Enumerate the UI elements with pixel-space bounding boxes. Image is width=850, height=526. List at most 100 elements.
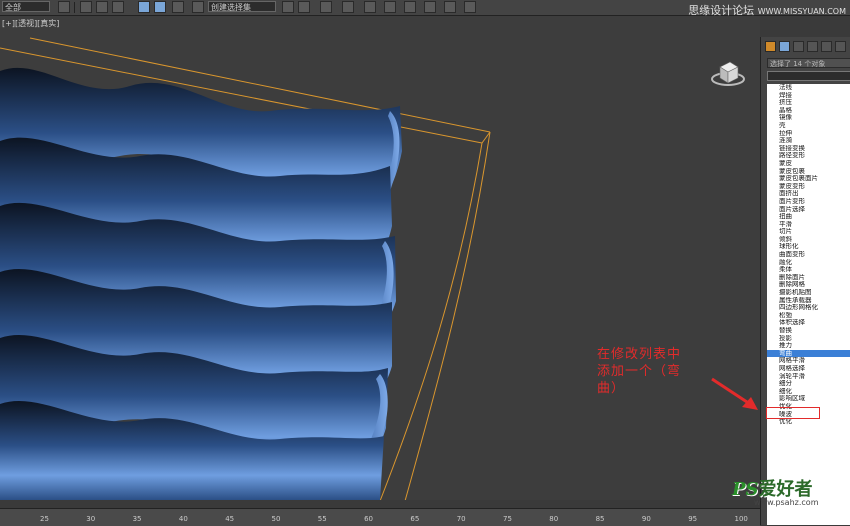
select-icon[interactable] bbox=[58, 1, 70, 13]
tutorial-annotation: 在修改列表中 添加一个（弯 曲） bbox=[597, 346, 697, 397]
timeline-tick-label: 65 bbox=[410, 515, 420, 523]
timeline-tick-label: 35 bbox=[132, 515, 142, 523]
hierarchy-tab-icon[interactable] bbox=[793, 41, 804, 52]
modifier-list-item[interactable]: 融化 bbox=[767, 259, 850, 267]
modifier-list-item[interactable]: 平滑 bbox=[767, 221, 850, 229]
viewport-label[interactable]: [+][透视][真实] bbox=[2, 18, 59, 29]
viewcube-icon[interactable] bbox=[710, 57, 746, 90]
percent-snap-icon[interactable] bbox=[172, 1, 184, 13]
modifier-list-item[interactable]: 镜像 bbox=[767, 114, 850, 122]
modifier-list-item[interactable]: 法线 bbox=[767, 84, 850, 92]
render-icon[interactable] bbox=[464, 1, 476, 13]
modifier-list-item[interactable]: 优化 bbox=[767, 418, 850, 426]
timeline-tick-label: 25 bbox=[40, 515, 49, 523]
edit-named-selection-icon[interactable] bbox=[192, 1, 204, 13]
modifier-list-item[interactable]: 面片变形 bbox=[767, 198, 850, 206]
align-icon[interactable] bbox=[298, 1, 310, 13]
wave-mesh bbox=[0, 67, 402, 500]
watermark-bottom-site: www.psahz.com bbox=[754, 498, 819, 507]
timeline-tick-label: 45 bbox=[225, 515, 235, 523]
material-editor-icon[interactable] bbox=[404, 1, 416, 13]
modifier-list[interactable]: 法线 焊接 挤压 晶格 镜像壳拉伸 涟漪 链接变换 路径变形 蒙皮 蒙皮包裹 蒙皮包裹面片 蒙皮变形面… bbox=[767, 84, 850, 525]
timeline-tick-label: 70 bbox=[456, 515, 466, 523]
schematic-view-icon[interactable] bbox=[384, 1, 396, 13]
modifier-list-item[interactable]: 删除网格 bbox=[767, 281, 850, 289]
timeline-tick-label: 95 bbox=[688, 515, 698, 523]
curve-editor-icon[interactable] bbox=[364, 1, 376, 13]
viewport-scene bbox=[0, 37, 491, 500]
rotate-icon[interactable] bbox=[96, 1, 108, 13]
modifier-list-item[interactable]: 蒙皮 bbox=[767, 160, 850, 168]
timeline-tick-label: 40 bbox=[178, 515, 188, 523]
mirror-icon[interactable] bbox=[282, 1, 294, 13]
selection-filter-dropdown[interactable]: 全部 bbox=[2, 1, 50, 12]
modifier-list-item[interactable]: 倾斜 bbox=[767, 236, 850, 244]
selection-name-field[interactable]: 选择了 14 个对象 bbox=[767, 58, 850, 68]
timeline-tick-label: 100 bbox=[734, 515, 748, 523]
watermark-brand-ps: PS bbox=[732, 479, 759, 500]
create-tab-icon[interactable] bbox=[765, 41, 776, 52]
modifier-list-item[interactable]: 涡轮平滑 bbox=[767, 373, 850, 381]
modifier-list-item[interactable]: 扭曲 bbox=[767, 213, 850, 221]
modifier-list-item[interactable]: 替换 bbox=[767, 327, 850, 335]
named-selection-dropdown[interactable]: 创建选择集 bbox=[208, 1, 276, 12]
modifier-list-item[interactable]: 壳 bbox=[767, 122, 850, 130]
modifier-list-item[interactable]: 曲面变形 bbox=[767, 251, 850, 259]
modifier-list-item[interactable]: 挤压 bbox=[767, 99, 850, 107]
modifier-list-dropdown[interactable] bbox=[767, 71, 850, 81]
annotation-line-1: 在修改列表中 bbox=[597, 347, 682, 362]
modifier-list-item[interactable]: 网格平滑 bbox=[767, 357, 850, 365]
timeline-tick-label: 55 bbox=[317, 515, 327, 523]
modifier-list-item[interactable]: 蒙皮包裹面片 bbox=[767, 175, 850, 183]
display-tab-icon[interactable] bbox=[821, 41, 832, 52]
modifier-list-item[interactable]: 柔体 bbox=[767, 266, 850, 274]
modifier-list-item[interactable]: 拉伸 bbox=[767, 130, 850, 138]
modifier-list-item[interactable]: 面片选择 bbox=[767, 206, 850, 214]
layer-icon[interactable] bbox=[320, 1, 332, 13]
scale-icon[interactable] bbox=[112, 1, 124, 13]
modifier-list-item[interactable]: 蒙皮变形 bbox=[767, 183, 850, 191]
render-frame-icon[interactable] bbox=[444, 1, 456, 13]
command-panel: 选择了 14 个对象 法线 焊接 挤压 晶格 镜像壳拉伸 涟漪 链接变换 路径变形 蒙皮 蒙皮包裹… bbox=[760, 37, 850, 525]
move-icon[interactable] bbox=[80, 1, 92, 13]
modifier-list-item[interactable]: 晶格 bbox=[767, 107, 850, 115]
main-toolbar: 全部 创建选择集 思缘设计论坛 WWW.MISSYUAN.COM bbox=[0, 0, 850, 17]
modifier-list-item[interactable]: 影响区域 bbox=[767, 395, 850, 403]
annotation-line-3: 曲） bbox=[597, 381, 626, 396]
modifier-list-item[interactable]: 体积选择 bbox=[767, 319, 850, 327]
motion-tab-icon[interactable] bbox=[807, 41, 818, 52]
snap-icon[interactable] bbox=[138, 1, 150, 13]
modifier-list-item[interactable]: 球形化 bbox=[767, 243, 850, 251]
modifier-list-item[interactable]: 路径变形 bbox=[767, 152, 850, 160]
perspective-viewport[interactable]: [+][透视][真实] 在修改列表中 添加一个（弯 曲） bbox=[0, 16, 760, 500]
modifier-list-item[interactable]: 属性承载器 bbox=[767, 297, 850, 305]
render-setup-icon[interactable] bbox=[424, 1, 436, 13]
modifier-list-item[interactable]: 焊接 bbox=[767, 92, 850, 100]
modifier-list-item[interactable]: 链接变换 bbox=[767, 145, 850, 153]
modifier-list-item[interactable]: 面挤出 bbox=[767, 190, 850, 198]
modifier-list-item[interactable]: 涟漪 bbox=[767, 137, 850, 145]
modifier-list-item[interactable]: 删除面片 bbox=[767, 274, 850, 282]
angle-snap-icon[interactable] bbox=[154, 1, 166, 13]
modifier-list-item[interactable]: 弯曲 bbox=[767, 349, 850, 358]
modifier-list-item[interactable]: 切片 bbox=[767, 228, 850, 236]
modifier-list-item[interactable]: 松弛 bbox=[767, 312, 850, 320]
modifier-list-item[interactable]: 四边形网格化 bbox=[767, 304, 850, 312]
graphite-icon[interactable] bbox=[342, 1, 354, 13]
modifier-list-item[interactable]: 投影 bbox=[767, 335, 850, 343]
utilities-tab-icon[interactable] bbox=[835, 41, 846, 52]
timeline-ruler[interactable]: 25 30 35 40 45 50 55 60 65 70 75 80 85 90 95 100 bbox=[0, 508, 760, 526]
modifier-list-item[interactable]: 细化 bbox=[767, 388, 850, 396]
modify-tab-icon[interactable] bbox=[779, 41, 790, 52]
modifier-list-item[interactable]: 摄影机贴图 bbox=[767, 289, 850, 297]
watermark-site: WWW.MISSYUAN.COM bbox=[757, 7, 846, 16]
watermark-bottom: PS爱好者 www.psahz.com bbox=[732, 475, 818, 507]
timeline-tick-label: 85 bbox=[595, 515, 605, 523]
annotation-arrow-icon bbox=[711, 377, 758, 410]
modifier-list-item[interactable]: 细分 bbox=[767, 380, 850, 388]
modifier-list-item[interactable]: 蒙皮包裹 bbox=[767, 168, 850, 176]
timeline-tick-label: 80 bbox=[549, 515, 559, 523]
timeline-tick-label: 75 bbox=[503, 515, 512, 523]
modifier-list-item[interactable]: 推力 bbox=[767, 342, 850, 350]
modifier-list-item[interactable]: 网格选择 bbox=[767, 365, 850, 373]
